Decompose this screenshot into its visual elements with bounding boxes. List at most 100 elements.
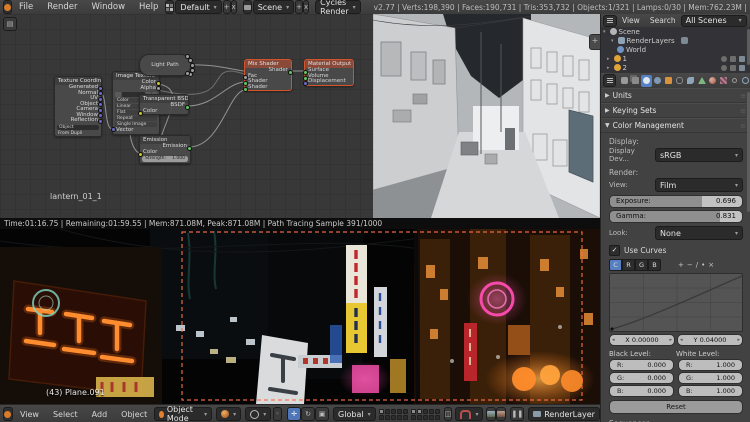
strength-slider[interactable]: Strength: 1.000 [142,156,188,162]
decrement-arrow-icon[interactable]: ◂ [612,335,615,345]
mode-select[interactable]: Object Mode ▾ [154,405,213,422]
editor-type-button[interactable] [3,407,13,421]
layout-icon[interactable] [165,0,175,14]
zoom-out-icon[interactable]: − [687,261,693,269]
increment-arrow-icon[interactable]: ▸ [737,335,740,345]
camera-icon[interactable] [739,55,745,62]
render-layer-select[interactable]: RenderLayer [528,407,600,421]
curve-point-y-field[interactable]: ◂ Y 0.04000 ▸ [677,334,743,346]
output-socket[interactable] [98,102,103,107]
channel-r-button[interactable]: R [622,259,635,271]
input-socket[interactable] [243,81,248,86]
node-material-output[interactable]: Material Output Surface Volume Displacem… [303,59,354,86]
layers-widget-2[interactable] [410,408,440,420]
tab-render-layers[interactable] [630,75,641,87]
output-socket[interactable] [156,86,161,91]
input-socket[interactable] [138,111,143,116]
viewport-rendered[interactable] [0,229,600,404]
editor-type-icon[interactable] [3,0,12,14]
object-field[interactable]: Object [57,124,99,130]
close-scene-button[interactable]: x [302,0,310,14]
delete-point-icon[interactable]: × [708,261,714,269]
input-socket[interactable] [303,81,308,86]
pivot-point-select[interactable]: ▾ [245,407,272,421]
eye-icon[interactable] [721,64,727,71]
black-g-field[interactable]: G: 0.000 [609,372,674,384]
properties-editor-icon[interactable] [603,74,616,87]
white-b-field[interactable]: B: 1.000 [678,385,743,397]
extension-menu[interactable]: Repeat [115,116,157,121]
eye-icon[interactable] [721,55,727,62]
node-texture-coordinate[interactable]: Texture Coordinate Generated Normal UV O… [54,76,103,137]
menu-render[interactable]: Render [40,2,84,12]
tab-particles[interactable] [729,75,740,87]
outliner-row-lamp-1[interactable]: ▸ 1 [601,54,750,63]
tab-scene[interactable] [641,74,652,87]
menu-help[interactable]: Help [132,2,165,12]
outliner-view-menu[interactable]: View [617,16,645,25]
rotate-manipulator-button[interactable]: ↻ [301,407,316,421]
outliner-row-lamp-2[interactable]: ▸ 2 [601,63,750,72]
increment-arrow-icon[interactable]: ▸ [669,335,672,345]
add-layout-button[interactable]: + [222,0,231,14]
cursor-icon[interactable] [730,64,736,71]
use-curves-checkbox[interactable]: ✓ [609,245,620,256]
pause-render-button[interactable]: ❚❚ [510,407,525,421]
output-socket[interactable] [288,70,293,75]
tab-world[interactable] [652,75,663,87]
node-editor-canvas[interactable]: ▤ Texture Coordinate Generated Normal UV… [0,14,374,218]
channel-b-button[interactable]: B [648,259,661,271]
input-socket[interactable] [111,126,116,132]
close-layout-button[interactable]: x [230,0,237,14]
tab-physics[interactable] [740,75,750,87]
panel-grip-icon[interactable]: ≡ [740,122,747,130]
outliner-row-scene[interactable]: ▾ Scene [601,27,750,36]
expand-icon[interactable]: ▸ [607,56,610,62]
panel-keying-sets[interactable]: ▶ Keying Sets ≡ [601,103,750,118]
white-g-field[interactable]: G: 1.000 [678,372,743,384]
region-expand-tab[interactable]: + [589,34,600,50]
outliner-row-renderlayers[interactable]: ▾ RenderLayers [601,36,750,45]
translate-manipulator-button[interactable]: ✛ [287,407,302,421]
menu-add[interactable]: Add [85,410,115,419]
snap-select[interactable]: ▾ [455,407,484,421]
expand-icon[interactable]: ▸ [607,65,610,71]
menu-file[interactable]: File [12,2,40,12]
panel-color-management[interactable]: ▼ Color Management ≡ [601,118,750,133]
layers-widget-1[interactable] [378,408,408,420]
reset-button[interactable]: Reset [609,400,743,414]
input-socket[interactable] [243,87,248,92]
exposure-slider[interactable]: Exposure: 0.696 [609,195,743,208]
tab-object[interactable] [663,75,674,87]
node-emission[interactable]: Emission Emission Color Strength: 1.000 [138,135,192,164]
output-socket[interactable] [98,119,103,124]
channel-g-button[interactable]: G [635,259,648,271]
tab-render[interactable] [619,75,630,87]
input-socket[interactable] [303,70,308,75]
tab-object-data[interactable] [696,75,707,87]
menu-window[interactable]: Window [85,2,133,12]
transform-orientation-select[interactable]: Global ▾ [333,407,376,421]
output-socket[interactable] [98,91,103,96]
black-r-field[interactable]: R: 0.000 [609,359,674,371]
menu-object[interactable]: Object [114,410,154,419]
white-r-field[interactable]: R: 1.000 [678,359,743,371]
tab-modifiers[interactable] [685,75,696,87]
decrement-arrow-icon[interactable]: ◂ [680,335,683,345]
add-scene-button[interactable]: + [295,0,303,14]
panel-grip-icon[interactable]: ≡ [740,92,747,100]
output-socket[interactable] [187,146,192,151]
clipping-icon[interactable]: • [701,261,705,269]
panel-units[interactable]: ▶ Units ≡ [601,88,750,103]
scene-icon[interactable] [242,0,252,14]
from-dupli-checkbox[interactable]: From Dupli [55,131,101,137]
gamma-slider[interactable]: Gamma: 0.831 [609,210,743,223]
node-mix-shader[interactable]: Mix Shader Shader Fac Shader Shader [243,59,293,92]
zoom-in-icon[interactable]: + [678,261,684,269]
display-device-select[interactable]: sRGB ▾ [655,148,743,162]
menu-select[interactable]: Select [46,410,85,419]
viewport-shading-select[interactable]: ▾ [216,407,242,421]
outliner-search-menu[interactable]: Search [645,16,681,25]
expand-icon[interactable]: ▾ [611,38,614,44]
curve-point[interactable] [610,327,614,331]
